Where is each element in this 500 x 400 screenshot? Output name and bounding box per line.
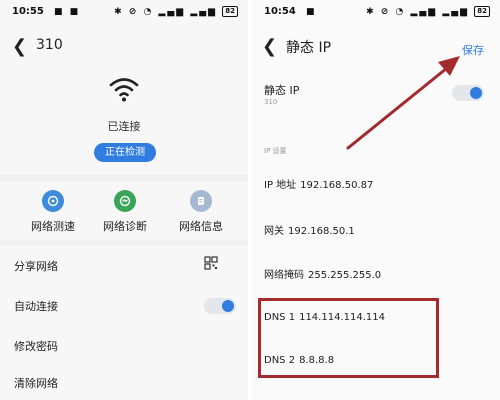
status-time: 10:54 <box>264 6 296 17</box>
battery-icon: 82 <box>222 6 238 17</box>
section-divider <box>0 175 248 181</box>
static-ip-network: 310 <box>264 98 278 106</box>
gateway-value: 192.168.50.1 <box>288 226 355 237</box>
static-ip-toggle[interactable] <box>452 85 484 101</box>
gateway-label: 网关 <box>264 226 284 237</box>
back-arrow-icon[interactable]: ❮ <box>262 36 277 57</box>
ip-address-value: 192.168.50.87 <box>300 180 374 191</box>
auto-connect-toggle[interactable] <box>204 298 236 314</box>
network-info-label: 网络信息 <box>179 220 223 233</box>
speed-test-button[interactable]: 网络测速 <box>18 190 88 234</box>
toggle-knob <box>222 300 234 312</box>
subnet-mask-field[interactable]: 网络掩码 255.255.255.0 <box>264 266 381 281</box>
toggle-knob <box>470 87 482 99</box>
subnet-mask-value: 255.255.255.0 <box>308 270 382 281</box>
static-ip-title: 静态 IP <box>286 40 332 56</box>
info-icon <box>190 190 212 212</box>
battery-icon: 82 <box>474 6 490 17</box>
status-bar: 10:54 ■ ✱ ⊘ ◔ ▂▄▆ ▂▄▆ 82 <box>264 6 490 20</box>
network-diagnose-label: 网络诊断 <box>103 220 147 233</box>
status-icons: ✱ ⊘ ◔ ▂▄▆ ▂▄▆ 82 <box>114 6 238 17</box>
wifi-detail-screen: 10:55 ■ ■ ✱ ⊘ ◔ ▂▄▆ ▂▄▆ 82 ❮ 310 已连接 正在检… <box>0 0 248 400</box>
ip-address-field[interactable]: IP 地址 192.168.50.87 <box>264 176 373 191</box>
speed-test-label: 网络测速 <box>31 220 75 233</box>
ip-address-label: IP 地址 <box>264 180 297 191</box>
network-info-button[interactable]: 网络信息 <box>166 190 236 234</box>
network-diagnose-button[interactable]: 网络诊断 <box>90 190 160 234</box>
save-button[interactable]: 保存 <box>462 42 484 58</box>
dns-highlight-box <box>258 298 439 378</box>
ip-settings-section-label: IP 设置 <box>264 147 287 155</box>
diagnose-icon <box>114 190 136 212</box>
subnet-mask-label: 网络掩码 <box>264 270 304 281</box>
back-arrow-icon[interactable]: ❮ <box>12 36 27 57</box>
network-name-title: 310 <box>36 37 63 53</box>
wifi-icon <box>109 78 139 102</box>
notification-icons: ■ <box>306 7 317 17</box>
gateway-field[interactable]: 网关 192.168.50.1 <box>264 222 355 237</box>
forget-network-item[interactable]: 清除网络 <box>14 375 58 391</box>
speed-icon <box>42 190 64 212</box>
checking-button[interactable]: 正在检测 <box>94 143 156 162</box>
share-network-item[interactable]: 分享网络 <box>14 258 58 274</box>
status-time: 10:55 <box>12 6 44 17</box>
connection-status: 已连接 <box>107 120 141 133</box>
status-icons: ✱ ⊘ ◔ ▂▄▆ ▂▄▆ 82 <box>366 6 490 17</box>
notification-icons: ■ ■ <box>54 7 81 17</box>
qr-code-icon[interactable] <box>204 256 218 270</box>
status-bar: 10:55 ■ ■ ✱ ⊘ ◔ ▂▄▆ ▂▄▆ 82 <box>12 6 238 20</box>
static-ip-label: 静态 IP <box>264 84 300 97</box>
auto-connect-item: 自动连接 <box>14 300 58 313</box>
change-password-item[interactable]: 修改密码 <box>14 338 58 354</box>
section-divider <box>0 240 248 246</box>
